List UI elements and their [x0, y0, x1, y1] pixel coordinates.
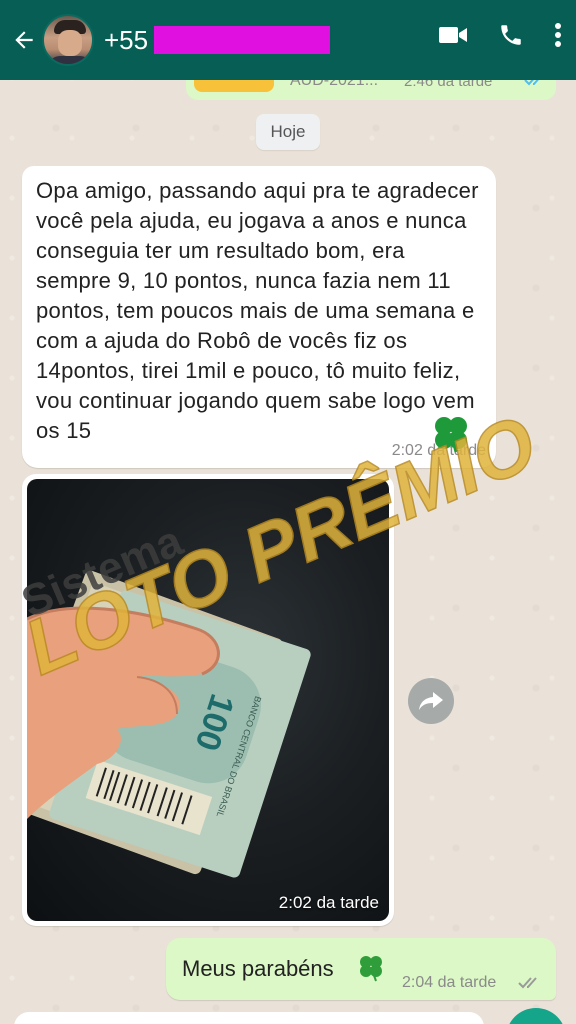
chat-header: +55 — [0, 0, 576, 80]
phone-icon[interactable] — [498, 22, 524, 48]
message-time: 2:04 da tarde — [402, 974, 497, 991]
outgoing-message-bubble[interactable]: Meus parabéns 2:04 da tarde — [166, 938, 556, 1000]
contact-phone-prefix: +55 — [104, 24, 149, 55]
back-button[interactable] — [6, 20, 42, 60]
video-call-icon[interactable] — [438, 24, 468, 46]
back-arrow-icon — [15, 31, 33, 49]
forward-icon — [419, 692, 443, 710]
more-vert-icon[interactable] — [554, 22, 562, 48]
date-divider: Hoje — [256, 114, 320, 150]
redacted-number — [154, 26, 331, 54]
contact-name[interactable]: +55 — [104, 24, 331, 56]
photo-content: 100 BANCO CENTRAL DO BRASIL — [27, 570, 311, 878]
forward-button[interactable] — [408, 678, 454, 724]
message-text: Opa amigo, passando aqui pra te agradece… — [36, 178, 479, 443]
message-time: 2:02 da tarde — [391, 442, 486, 459]
incoming-message-bubble[interactable]: Opa amigo, passando aqui pra te agradece… — [22, 166, 496, 468]
image-time: 2:02 da tarde — [278, 893, 379, 912]
delivered-ticks-icon — [518, 977, 537, 989]
four-leaf-clover-icon — [360, 956, 382, 982]
message-input-bar[interactable] — [14, 1012, 484, 1024]
incoming-image-message[interactable]: 100 BANCO CENTRAL DO BRASIL 2:02 da tard… — [22, 474, 394, 926]
money-photo[interactable]: 100 BANCO CENTRAL DO BRASIL 2:02 da tard… — [27, 479, 389, 921]
message-text: Meus parabéns — [182, 956, 334, 981]
avatar[interactable] — [42, 14, 94, 66]
